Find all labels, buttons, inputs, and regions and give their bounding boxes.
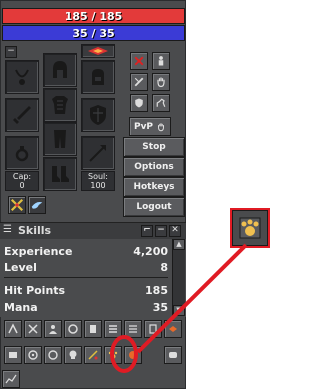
callout-line [136,243,248,354]
highlight-ring [110,335,138,373]
annotation-overlay [110,243,248,373]
